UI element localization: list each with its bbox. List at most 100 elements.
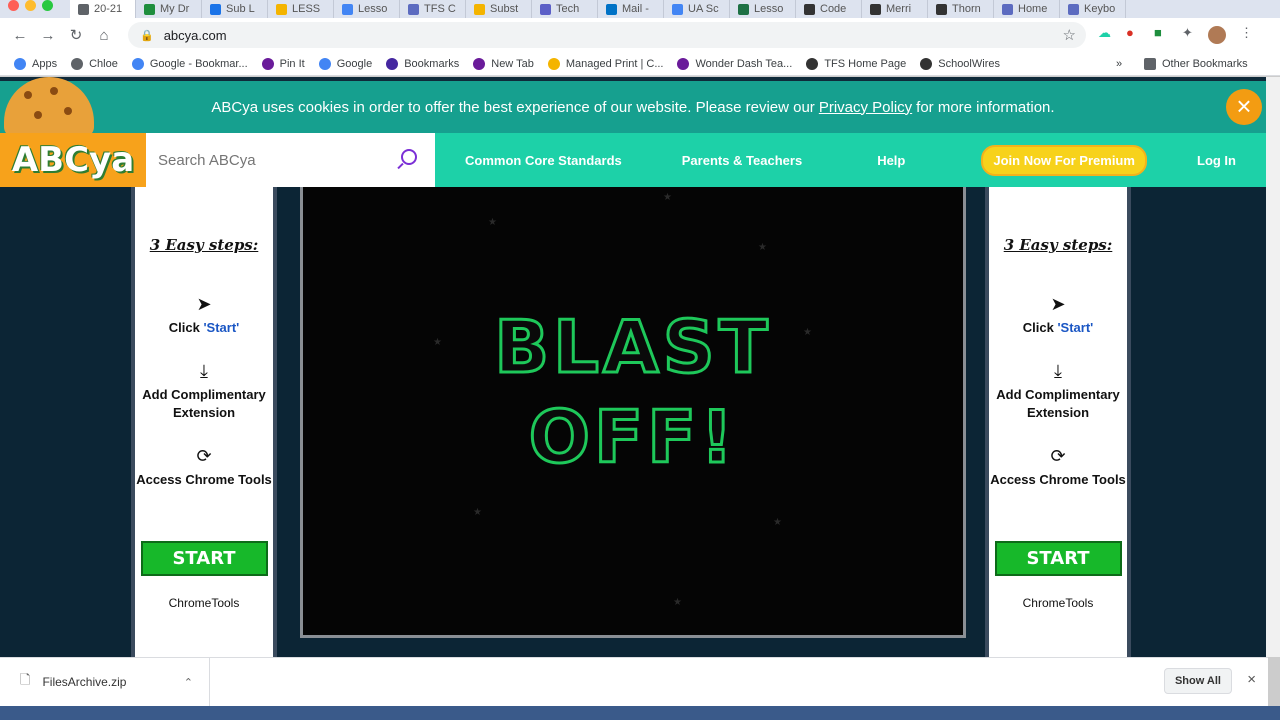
bookmarks-list: Apps Chloe Google - Bookmar... Pin It Google…: [0, 57, 1000, 70]
join-premium-button[interactable]: Join Now For Premium: [981, 144, 1147, 176]
chrometools-label: ChromeTools: [1022, 596, 1094, 610]
bookmark-item[interactable]: New Tab: [473, 57, 534, 70]
avatar[interactable]: [1208, 26, 1226, 44]
extension-icon[interactable]: ●: [1126, 25, 1134, 40]
bookmark-icon: [386, 57, 399, 70]
start-button[interactable]: START: [994, 541, 1122, 576]
cookie-banner: ABCya uses cookies in order to offer the…: [0, 77, 1266, 137]
tab-favicon-icon: [540, 3, 551, 15]
tab-label: Lesso: [358, 3, 388, 15]
tab-label: Subst: [490, 3, 519, 15]
show-all-button[interactable]: Show All: [1163, 668, 1232, 694]
bookmark-icon: [547, 57, 560, 70]
start-button[interactable]: START: [140, 541, 268, 576]
puzzle-icon[interactable]: ✦: [1182, 25, 1193, 41]
cookie-close-button[interactable]: ×: [1226, 89, 1262, 125]
tab-favicon-icon: [276, 3, 287, 15]
browser-tab[interactable]: LESS: [268, 0, 334, 18]
lock-icon: 🔒: [140, 29, 154, 42]
bookmark-icon: [261, 57, 274, 70]
bookmark-item[interactable]: Chloe: [71, 57, 118, 70]
browser-tab[interactable]: Mail -: [598, 0, 664, 18]
bookmark-icon: [920, 57, 933, 70]
browser-tab[interactable]: Thorn: [928, 0, 994, 18]
bookmark-label: SchoolWires: [938, 57, 1000, 70]
browser-tab[interactable]: 20-21: [70, 0, 136, 18]
tab-favicon-icon: [1068, 3, 1079, 15]
tab-label: Thorn: [952, 3, 981, 15]
bookmark-item[interactable]: Google - Bookmar...: [131, 57, 248, 70]
browser-tab[interactable]: UA Sc: [664, 0, 730, 18]
browser-tab[interactable]: Home: [994, 0, 1060, 18]
bookmark-label: Google: [336, 57, 373, 70]
dock: [0, 706, 1280, 720]
cookie-icon: [4, 77, 94, 137]
maximize-window-button[interactable]: [42, 0, 53, 11]
bookmark-item[interactable]: Apps: [14, 57, 57, 70]
browser-tab[interactable]: Keybo: [1060, 0, 1126, 18]
tab-favicon-icon: [408, 3, 419, 15]
bookmark-item[interactable]: Bookmarks: [386, 57, 460, 70]
bookmark-icon: [71, 57, 84, 70]
more-bookmarks-button[interactable]: »: [1116, 58, 1122, 70]
off-title: OFF!: [527, 394, 738, 481]
minimize-window-button[interactable]: [25, 0, 36, 11]
bookmark-item[interactable]: SchoolWires: [920, 57, 1000, 70]
browser-tab[interactable]: Lesso: [730, 0, 796, 18]
tab-favicon-icon: [936, 3, 947, 15]
page-content: ABCya uses cookies in order to offer the…: [0, 77, 1266, 657]
tab-favicon-icon: [342, 3, 353, 15]
tab-label: 20-21: [94, 3, 123, 15]
cookie-text: ABCya uses cookies in order to offer the…: [211, 98, 815, 116]
bookmark-label: Bookmarks: [404, 57, 460, 70]
login-link[interactable]: Log In: [1197, 153, 1236, 168]
download-icon: ⤓: [200, 361, 208, 381]
browser-tab[interactable]: Sub L: [202, 0, 268, 18]
home-button[interactable]: ⌂: [90, 27, 118, 44]
bookmark-item[interactable]: Wonder Dash Tea...: [677, 57, 793, 70]
close-downloads-button[interactable]: ×: [1247, 671, 1256, 688]
tab-label: Home: [1018, 3, 1048, 15]
tab-label: Lesso: [754, 3, 784, 15]
browser-tab[interactable]: Lesso: [334, 0, 400, 18]
refresh-icon: ⟳: [196, 446, 212, 466]
step-access-tools: Access Chrome Tools: [990, 472, 1126, 487]
bookmark-item[interactable]: Pin It: [261, 57, 305, 70]
download-filename: FilesArchive.zip: [42, 675, 127, 689]
scrollbar[interactable]: [1266, 77, 1280, 657]
browser-tab[interactable]: Merri: [862, 0, 928, 18]
other-bookmarks[interactable]: Other Bookmarks: [1144, 57, 1248, 70]
search-icon[interactable]: [401, 149, 417, 165]
address-bar[interactable]: 🔒 abcya.com ☆: [128, 22, 1086, 48]
extension-icon[interactable]: ■: [1154, 25, 1162, 40]
nav-common-core[interactable]: Common Core Standards: [465, 153, 622, 168]
browser-tab[interactable]: TFS C: [400, 0, 466, 18]
bookmark-star-icon[interactable]: ☆: [1063, 26, 1076, 44]
extension-icon[interactable]: ☁: [1098, 25, 1111, 41]
game-canvas[interactable]: ★ ★ ★ ★ ★ ★ ★ ★ BLAST OFF!: [300, 187, 966, 638]
step-click-start: Click 'Start': [1022, 320, 1094, 335]
tab-label: LESS: [292, 3, 321, 15]
search-input[interactable]: [158, 151, 388, 169]
browser-tab[interactable]: Code: [796, 0, 862, 18]
bookmark-item[interactable]: Google: [318, 57, 373, 70]
chevron-up-icon[interactable]: ⌃: [184, 676, 193, 689]
abcya-logo[interactable]: ABCya: [0, 133, 146, 187]
forward-button[interactable]: →: [34, 27, 62, 44]
bookmark-label: Wonder Dash Tea...: [695, 57, 793, 70]
download-item[interactable]: 🗋 FilesArchive.zip ⌃: [0, 657, 210, 707]
nav-help[interactable]: Help: [877, 153, 905, 168]
browser-tab[interactable]: Tech: [532, 0, 598, 18]
close-window-button[interactable]: [8, 0, 19, 11]
tab-favicon-icon: [78, 3, 89, 15]
nav-parents-teachers[interactable]: Parents & Teachers: [682, 153, 802, 168]
reload-button[interactable]: ↻: [62, 26, 90, 44]
privacy-policy-link[interactable]: Privacy Policy: [819, 99, 912, 116]
browser-tab[interactable]: Subst: [466, 0, 532, 18]
back-button[interactable]: ←: [6, 27, 34, 44]
browser-tab[interactable]: My Dr: [136, 0, 202, 18]
chrometools-label: ChromeTools: [168, 596, 240, 610]
menu-icon[interactable]: ⋮: [1240, 25, 1253, 41]
bookmark-item[interactable]: Managed Print | C...: [547, 57, 663, 70]
bookmark-item[interactable]: TFS Home Page: [806, 57, 906, 70]
